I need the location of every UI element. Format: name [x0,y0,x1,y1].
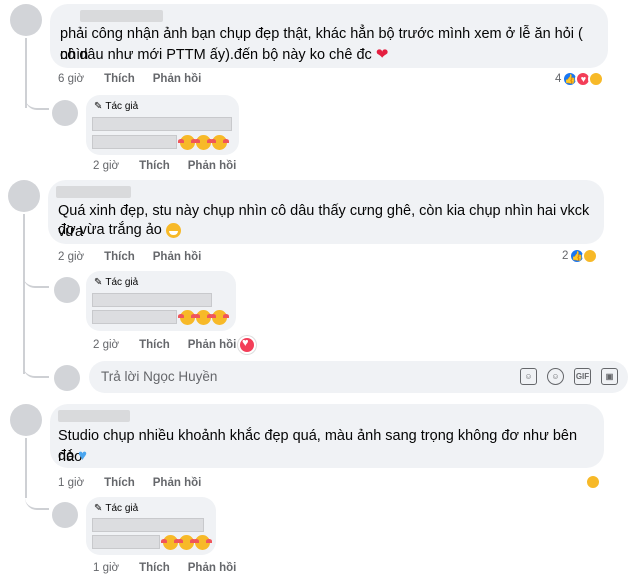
reply-button[interactable]: Phản hồi [188,160,237,172]
smiling-hearts-emoji [178,135,197,150]
reply-bubble: ✎ Tác giả [86,271,236,331]
timestamp[interactable]: 2 giờ [93,339,119,351]
reply-bubble: ✎ Tác giả [86,497,216,555]
like-button[interactable]: Thích [104,251,135,263]
smiling-hearts-emoji [194,135,213,150]
redacted-text [92,135,177,149]
comment-text-line: cô dâu như mới PTTM ấy).đến bộ này ko ch… [60,47,372,63]
sticker-icon[interactable]: ☺ [520,368,537,385]
reply-actions: 1 giờ Thích Phản hồi [93,562,254,574]
comment-actions: 1 giờ Thích Phản hồi [58,477,219,489]
comment-text-line: đơ vừa trắng ảo [58,222,162,238]
care-reaction-icon [582,248,599,264]
comment-text: Studio chụp nhiều khoảnh khắc đẹp quá, m… [58,428,578,465]
author-label: Tác giả [105,101,139,112]
like-button[interactable]: Thích [139,339,170,351]
reply-actions: 2 giờ Thích Phản hồi [93,160,254,172]
like-button[interactable]: Thích [104,73,135,85]
timestamp[interactable]: 1 giờ [58,477,84,489]
author-badge: ✎ Tác giả [94,503,138,514]
author-label: Tác giả [105,503,139,514]
image-sticker-icon[interactable]: ▣ [601,368,618,385]
thread-line [25,438,27,498]
reply-placeholder: Trả lời Ngọc Huyền [101,369,218,384]
emoji-icon[interactable]: ☺ [547,368,564,385]
redacted-text [92,293,212,307]
emoji-row [178,310,229,325]
redacted-name[interactable] [58,410,130,422]
thread-line [23,214,25,374]
reply-button[interactable]: Phản hồi [153,477,202,489]
comment-bubble: Quá xinh đẹp, stu này chụp nhìn cô dâu t… [48,180,604,244]
reply-button[interactable]: Phản hồi [153,251,202,263]
comment-actions: 2 giờ Thích Phản hồi [58,251,219,263]
comment-text: đó ♥ [58,445,87,467]
reply-toolbar: ☺ ☺ GIF ▣ [520,368,618,385]
reaction-summary[interactable]: 2 👍 [562,248,599,264]
redacted-name[interactable] [56,186,131,198]
care-reaction-icon [588,71,605,87]
reply-input[interactable]: Trả lời Ngọc Huyền ☺ ☺ GIF ▣ [89,361,628,393]
reply-bubble: ✎ Tác giả [86,95,239,155]
redacted-text [92,310,177,324]
reaction-summary[interactable] [585,474,601,490]
like-button[interactable]: Thích [139,562,170,574]
like-button[interactable]: Thích [104,477,135,489]
timestamp[interactable]: 6 giờ [58,73,84,85]
smiling-hearts-emoji [194,310,213,325]
avatar[interactable] [52,502,78,528]
smiling-hearts-emoji [178,310,197,325]
love-reaction-button[interactable] [238,336,256,354]
pencil-icon: ✎ [94,101,103,112]
avatar[interactable] [10,4,42,36]
emoji-row [161,535,212,550]
redacted-text [92,535,160,549]
comment-bubble: phải công nhận ảnh bạn chụp đẹp thật, kh… [50,4,608,68]
smiling-hearts-emoji [210,135,229,150]
like-button[interactable]: Thích [139,160,170,172]
reaction-summary[interactable]: 4 👍 ♥ [555,71,605,87]
thread-connector [23,268,49,288]
comment-actions: 6 giờ Thích Phản hồi [58,73,219,85]
smiling-hearts-emoji [177,535,196,550]
redacted-text [92,117,232,131]
thread-connector [25,90,49,110]
timestamp[interactable]: 1 giờ [93,562,119,574]
pencil-icon: ✎ [94,277,103,288]
avatar[interactable] [10,404,42,436]
reply-button[interactable]: Phản hồi [153,73,202,85]
reply-button[interactable]: Phản hồi [188,562,237,574]
redacted-text [92,518,204,532]
timestamp[interactable]: 2 giờ [93,160,119,172]
author-badge: ✎ Tác giả [94,101,138,112]
avatar[interactable] [54,277,80,303]
smiling-hearts-emoji [161,535,180,550]
comment-text: cô dâu như mới PTTM ấy).đến bộ này ko ch… [60,44,388,66]
thread-connector [25,490,49,510]
avatar[interactable] [52,100,78,126]
avatar[interactable] [8,180,40,212]
gif-icon[interactable]: GIF [574,368,591,385]
pencil-icon: ✎ [94,503,103,514]
comment-text: đơ vừa trắng ảo [58,220,181,241]
comment-bubble: Studio chụp nhiều khoảnh khắc đẹp quá, m… [50,404,604,468]
emoji-row [178,135,229,150]
timestamp[interactable]: 2 giờ [58,251,84,263]
laughing-emoji [165,222,181,238]
reply-button[interactable]: Phản hồi [188,339,237,351]
current-user-avatar [54,365,80,391]
author-label: Tác giả [105,277,139,288]
smiling-hearts-emoji [210,310,229,325]
smiling-hearts-emoji [193,535,212,550]
redacted-name[interactable] [80,10,163,22]
red-heart-icon: ❤ [375,46,389,63]
blue-heart-icon: ♥ [78,447,88,464]
author-badge: ✎ Tác giả [94,277,138,288]
care-reaction-icon [585,474,601,490]
thread-connector [23,358,49,378]
reaction-count: 4 [555,73,562,85]
reply-actions: 2 giờ Thích Phản hồi [93,339,254,351]
reaction-count: 2 [562,250,569,262]
comment-text-line: đó [58,448,75,464]
